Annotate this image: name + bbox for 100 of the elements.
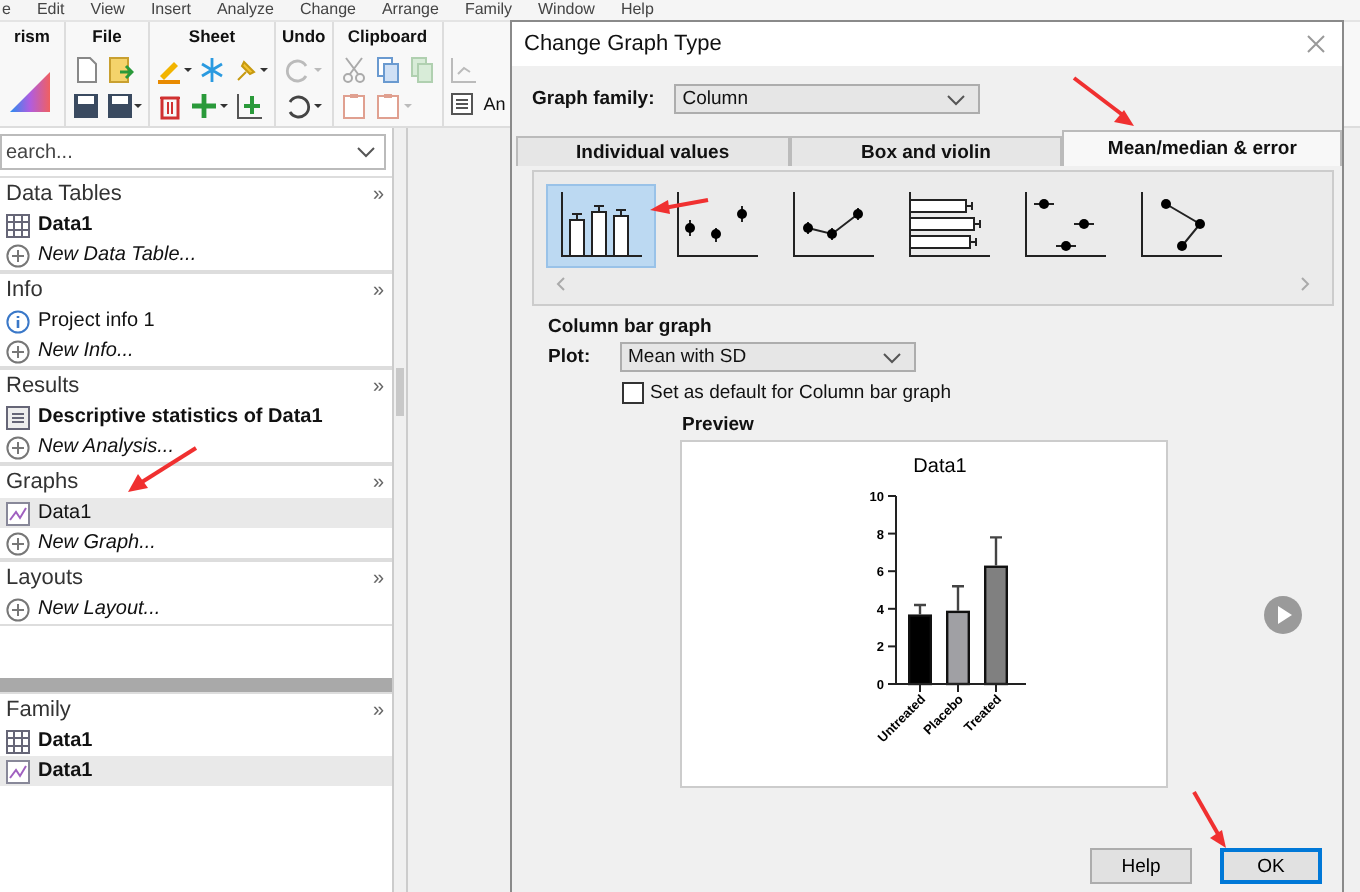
tab[interactable]: Mean/median & error — [1062, 130, 1342, 166]
section-title: Layouts — [6, 566, 84, 590]
navigator-item[interactable]: New Analysis... — [0, 432, 392, 462]
chart-title: Data1 — [913, 456, 967, 478]
table-icon — [6, 729, 30, 753]
error-bar — [912, 603, 928, 616]
plot-dropdown[interactable]: Mean with SD — [620, 342, 916, 372]
navigator-item[interactable]: Descriptive statistics of Data1 — [0, 402, 392, 432]
results-icon — [6, 405, 30, 429]
error-bar — [950, 585, 966, 612]
play-button-icon[interactable] — [1264, 595, 1302, 633]
error-bar — [988, 536, 1004, 567]
scatter-plot-icon — [1021, 192, 1109, 260]
ok-button[interactable]: OK — [1220, 848, 1322, 884]
line-graph-icon — [789, 192, 877, 260]
add-circle-icon — [6, 531, 30, 555]
search-field[interactable]: earch... — [0, 134, 386, 170]
scrollbar-thumb[interactable] — [396, 368, 404, 416]
expand-button[interactable]: » — [372, 567, 384, 589]
navigator-item[interactable]: New Data Table... — [0, 240, 392, 270]
clipboard-icon[interactable] — [339, 92, 368, 120]
section-title: Data Tables — [6, 182, 122, 206]
undo-icon[interactable] — [283, 92, 324, 120]
checkbox-label[interactable]: Set as default for Column bar graph — [650, 382, 952, 404]
dialog-title: Change Graph Type — [524, 32, 722, 56]
section-title: Family — [6, 698, 71, 722]
arrow-annotation — [1068, 72, 1140, 132]
table-icon — [6, 213, 30, 237]
tab[interactable]: Box and violin — [789, 136, 1063, 166]
save-as-icon[interactable] — [106, 92, 142, 120]
navigator-item[interactable]: New Info... — [0, 336, 392, 366]
scroll-right-icon[interactable] — [1300, 276, 1312, 292]
menu-item[interactable]: Family — [464, 0, 512, 20]
horizontal-bar-graph-icon — [905, 192, 993, 260]
field-label: Plot: — [548, 346, 593, 368]
add-column-icon[interactable] — [236, 92, 264, 120]
copy-icon[interactable] — [373, 56, 402, 84]
scissors-icon[interactable] — [339, 56, 368, 84]
navigator-item[interactable]: Data1 — [0, 756, 392, 786]
menu-item[interactable]: Change — [299, 0, 356, 20]
ribbon-group-label: Undo — [282, 26, 326, 48]
tab[interactable]: Individual values — [516, 136, 790, 166]
menu-item[interactable]: Window — [538, 0, 595, 20]
menu-item[interactable]: Arrange — [381, 0, 439, 20]
ribbon-group-label: rism — [14, 26, 50, 48]
expand-button[interactable]: » — [372, 699, 384, 721]
ribbon-group-label: File — [92, 26, 122, 48]
add-icon[interactable] — [190, 92, 230, 120]
arrow-annotation — [648, 194, 712, 218]
chevron-down-icon — [356, 144, 376, 160]
add-circle-icon — [6, 339, 30, 363]
navigator-item[interactable]: Project info 1 — [0, 306, 392, 336]
section-title: Results — [6, 374, 80, 398]
menu-item[interactable]: View — [90, 0, 125, 20]
navigator-item[interactable]: Data1 — [0, 498, 392, 528]
expand-button[interactable]: » — [372, 375, 384, 397]
add-circle-icon — [6, 597, 30, 621]
menu-item[interactable]: Edit — [36, 0, 65, 20]
ribbon-group-label: Sheet — [188, 26, 236, 48]
graph-family-dropdown[interactable]: Column — [674, 84, 981, 114]
x-axis — [895, 683, 1027, 693]
checkbox[interactable] — [622, 382, 644, 404]
menu-item[interactable]: Insert — [150, 0, 191, 20]
document-icon[interactable] — [449, 92, 474, 116]
trash-icon[interactable] — [156, 92, 184, 120]
add-circle-icon — [6, 435, 30, 459]
splitter-handle[interactable] — [0, 678, 392, 692]
chevron-down-icon — [946, 91, 967, 107]
field-label: Graph family: — [532, 88, 655, 110]
scroll-left-icon[interactable] — [554, 276, 566, 292]
menu-item[interactable]: Help — [620, 0, 654, 20]
section-title: Graphs — [6, 470, 79, 494]
save-icon[interactable] — [72, 92, 100, 120]
section-title: Info — [6, 278, 43, 302]
highlighter-icon[interactable] — [156, 56, 192, 84]
expand-button[interactable]: » — [372, 279, 384, 301]
column-bar-graph-icon — [557, 192, 645, 260]
graph-icon — [6, 759, 30, 783]
ribbon-button-label[interactable]: An — [483, 94, 506, 114]
chevron-down-icon — [882, 349, 902, 365]
menu-item[interactable]: Analyze — [216, 0, 274, 20]
menu-item[interactable]: e — [2, 0, 11, 20]
add-circle-icon — [6, 243, 30, 267]
dot-plot-icon — [673, 192, 761, 260]
close-icon[interactable] — [1306, 34, 1326, 54]
connected-plot-icon — [1137, 192, 1225, 260]
snowflake-icon[interactable] — [198, 56, 226, 84]
expand-button[interactable]: » — [372, 183, 384, 205]
arrow-annotation — [1188, 788, 1232, 852]
navigator-item[interactable]: Data1 — [0, 726, 392, 756]
preview-label: Preview — [682, 414, 756, 436]
navigator-item[interactable]: New Graph... — [0, 528, 392, 558]
graph-type-option[interactable] — [546, 184, 656, 268]
ribbon-group-label: Clipboard — [347, 26, 428, 48]
navigator-item[interactable]: Data1 — [0, 210, 392, 240]
help-button[interactable]: Help — [1090, 848, 1192, 884]
navigator-item[interactable]: New Layout... — [0, 594, 392, 624]
clipboard-icon[interactable] — [373, 92, 414, 120]
info-icon — [6, 309, 30, 333]
expand-button[interactable]: » — [372, 471, 384, 493]
